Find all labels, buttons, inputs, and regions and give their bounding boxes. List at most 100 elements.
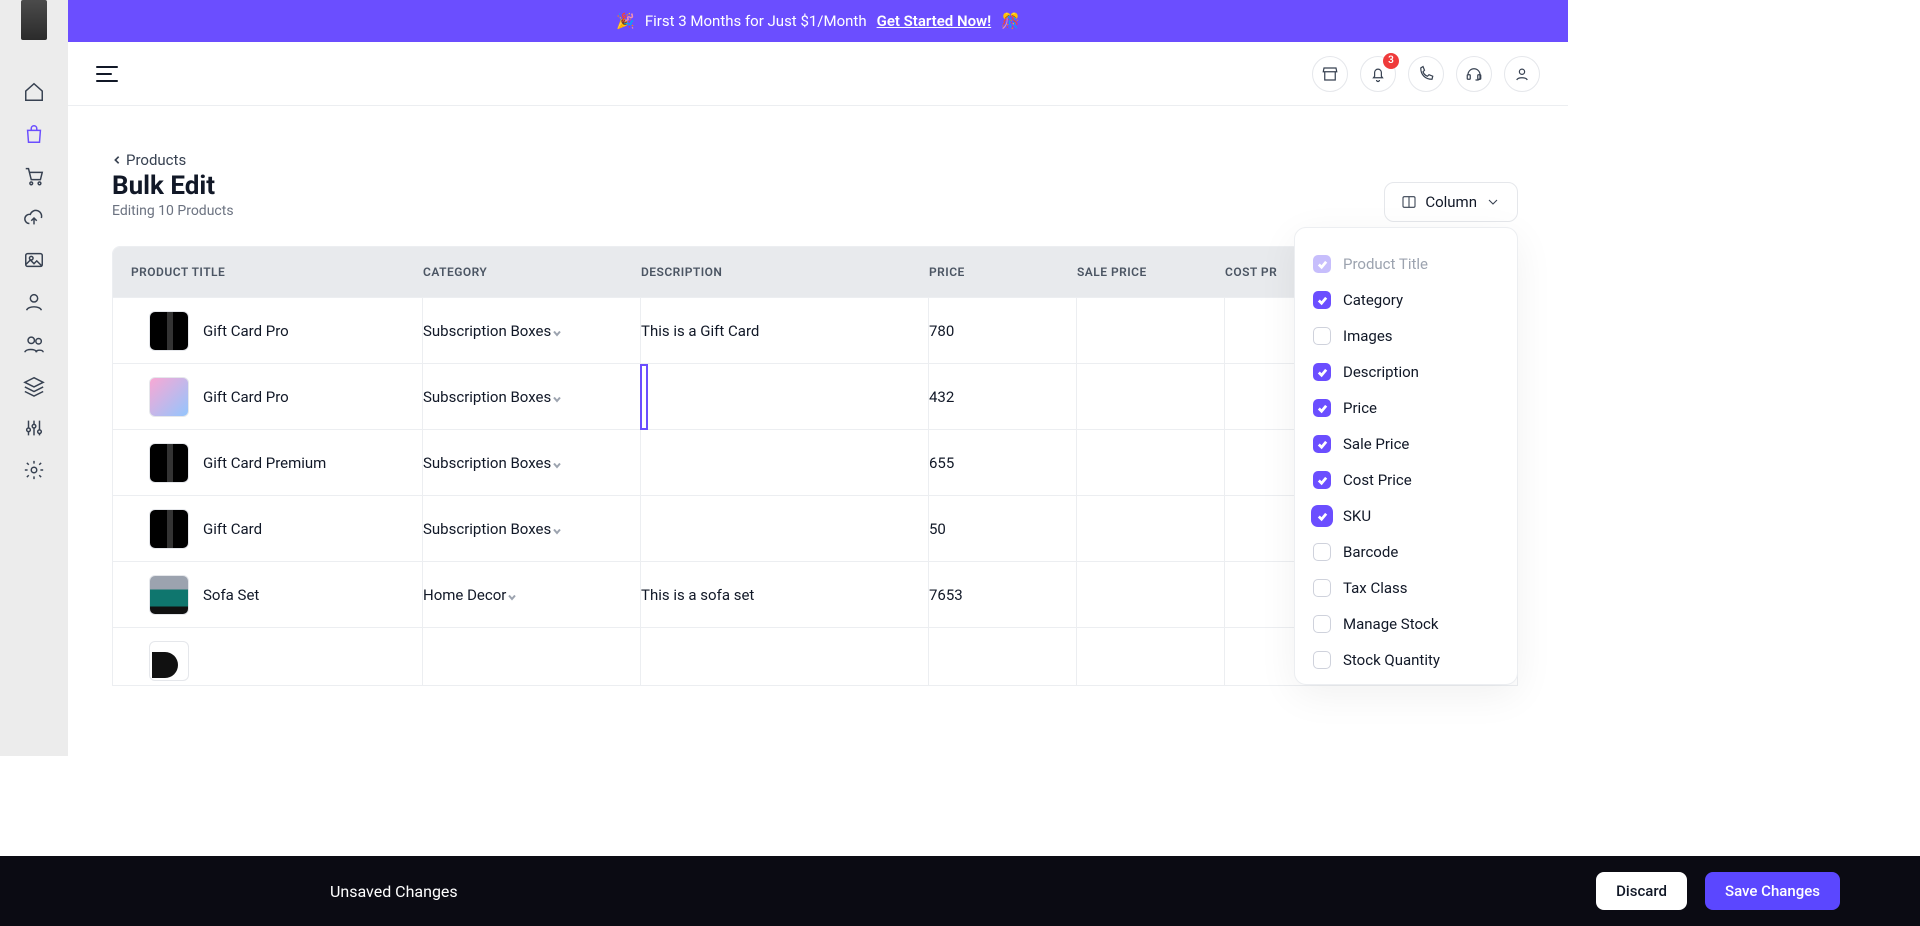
headset-icon[interactable] xyxy=(1456,56,1492,92)
column-option[interactable]: Sale Price xyxy=(1313,426,1509,462)
column-option[interactable]: Manage Stock xyxy=(1313,606,1509,642)
column-option-label: Tax Class xyxy=(1343,579,1408,597)
column-option[interactable]: Tax Class xyxy=(1313,570,1509,606)
phone-icon[interactable] xyxy=(1408,56,1444,92)
th-description: DESCRIPTION xyxy=(641,265,929,279)
product-title-cell[interactable]: Gift Card Pro xyxy=(131,377,289,417)
promo-cta[interactable]: Get Started Now! xyxy=(877,12,992,30)
product-title: Gift Card Premium xyxy=(203,454,326,472)
chevron-down-icon xyxy=(551,457,563,469)
side-rail xyxy=(0,60,68,482)
home-icon[interactable] xyxy=(22,80,46,104)
column-option[interactable]: Barcode xyxy=(1313,534,1509,570)
checkbox-icon xyxy=(1313,543,1331,561)
category-label: Subscription Boxes xyxy=(423,520,551,538)
sale-price-cell[interactable] xyxy=(1077,430,1225,495)
price-cell[interactable] xyxy=(929,628,1077,686)
app-logo xyxy=(21,0,47,40)
price-text: 50 xyxy=(929,520,946,538)
price-text: 780 xyxy=(929,322,954,340)
th-category: CATEGORY xyxy=(423,265,641,279)
description-cell[interactable]: This is a Gift Card xyxy=(641,322,765,340)
column-option-label: Stock Quantity xyxy=(1343,651,1440,669)
product-title-cell[interactable]: Gift Card Pro xyxy=(131,311,289,351)
chevron-down-icon xyxy=(551,325,563,337)
price-cell[interactable]: 655 xyxy=(929,430,1077,495)
column-option-label: Category xyxy=(1343,291,1403,309)
category-cell[interactable]: Home Decor xyxy=(423,586,536,604)
description-cell[interactable]: This is a sofa set xyxy=(641,586,760,604)
price-cell[interactable]: 780 xyxy=(929,298,1077,363)
price-text: 655 xyxy=(929,454,954,472)
description-cell[interactable] xyxy=(641,365,647,429)
column-option[interactable]: Low Stock Threshold xyxy=(1313,678,1509,685)
sale-price-cell[interactable] xyxy=(1077,298,1225,363)
column-dropdown-panel[interactable]: Product Title Category ImagesDescription Pr… xyxy=(1294,227,1518,685)
checkbox-icon xyxy=(1313,579,1331,597)
store-icon[interactable] xyxy=(1312,56,1348,92)
product-thumbnail xyxy=(149,641,189,681)
column-button[interactable]: Column xyxy=(1384,182,1518,222)
th-product-title: PRODUCT TITLE xyxy=(113,265,423,279)
layers-icon[interactable] xyxy=(22,374,46,398)
checkbox-icon xyxy=(1313,363,1331,381)
column-option[interactable]: Stock Quantity xyxy=(1313,642,1509,678)
checkbox-icon xyxy=(1313,615,1331,633)
column-option[interactable]: Description xyxy=(1313,354,1509,390)
checkbox-icon xyxy=(1313,507,1331,525)
category-cell[interactable]: Subscription Boxes xyxy=(423,454,581,472)
sale-price-cell[interactable] xyxy=(1077,628,1225,686)
column-option[interactable]: Images xyxy=(1313,318,1509,354)
cloud-upload-icon[interactable] xyxy=(22,206,46,230)
price-cell[interactable]: 50 xyxy=(929,496,1077,561)
promo-text: First 3 Months for Just $1/Month xyxy=(645,12,867,30)
profile-icon[interactable] xyxy=(1504,56,1540,92)
page-subtitle: Editing 10 Products xyxy=(112,203,1518,219)
users-icon[interactable] xyxy=(22,332,46,356)
sale-price-cell[interactable] xyxy=(1077,562,1225,627)
bag-icon[interactable] xyxy=(22,122,46,146)
category-cell[interactable]: Subscription Boxes xyxy=(423,520,581,538)
chevron-down-icon xyxy=(506,589,518,601)
checkbox-icon xyxy=(1313,291,1331,309)
image-icon[interactable] xyxy=(22,248,46,272)
product-title-cell[interactable]: Sofa Set xyxy=(131,575,259,615)
th-price: PRICE xyxy=(929,265,1077,279)
column-option[interactable]: SKU xyxy=(1313,498,1509,534)
checkbox-icon xyxy=(1313,651,1331,669)
cart-icon[interactable] xyxy=(22,164,46,188)
column-option[interactable]: Price xyxy=(1313,390,1509,426)
breadcrumb-back[interactable]: Products xyxy=(112,151,186,169)
discard-button[interactable]: Discard xyxy=(1596,872,1687,910)
product-title-cell[interactable]: Gift Card Premium xyxy=(131,443,326,483)
topbar: 3 xyxy=(68,42,1568,106)
description-text: This is a sofa set xyxy=(641,586,754,604)
price-cell[interactable]: 7653 xyxy=(929,562,1077,627)
sliders-icon[interactable] xyxy=(22,416,46,440)
category-label: Subscription Boxes xyxy=(423,454,551,472)
chevron-down-icon xyxy=(551,523,563,535)
chevron-down-icon xyxy=(551,391,563,403)
save-changes-button[interactable]: Save Changes xyxy=(1705,872,1840,910)
category-cell[interactable]: Subscription Boxes xyxy=(423,388,581,406)
product-title-cell[interactable] xyxy=(131,641,203,681)
column-option-label: SKU xyxy=(1343,507,1371,525)
bell-icon[interactable]: 3 xyxy=(1360,56,1396,92)
column-option[interactable]: Cost Price xyxy=(1313,462,1509,498)
category-label: Home Decor xyxy=(423,586,506,604)
product-thumbnail xyxy=(149,443,189,483)
sale-price-cell[interactable] xyxy=(1077,364,1225,429)
menu-toggle-icon[interactable] xyxy=(96,66,118,82)
product-thumbnail xyxy=(149,311,189,351)
price-cell[interactable]: 432 xyxy=(929,364,1077,429)
category-cell[interactable]: Subscription Boxes xyxy=(423,322,581,340)
gear-icon[interactable] xyxy=(22,458,46,482)
column-option: Product Title xyxy=(1313,246,1509,282)
column-option-label: Price xyxy=(1343,399,1377,417)
product-title: Gift Card Pro xyxy=(203,322,289,340)
user-icon[interactable] xyxy=(22,290,46,314)
product-title-cell[interactable]: Gift Card xyxy=(131,509,262,549)
sale-price-cell[interactable] xyxy=(1077,496,1225,561)
page-title: Bulk Edit xyxy=(112,171,1518,201)
column-option[interactable]: Category xyxy=(1313,282,1509,318)
